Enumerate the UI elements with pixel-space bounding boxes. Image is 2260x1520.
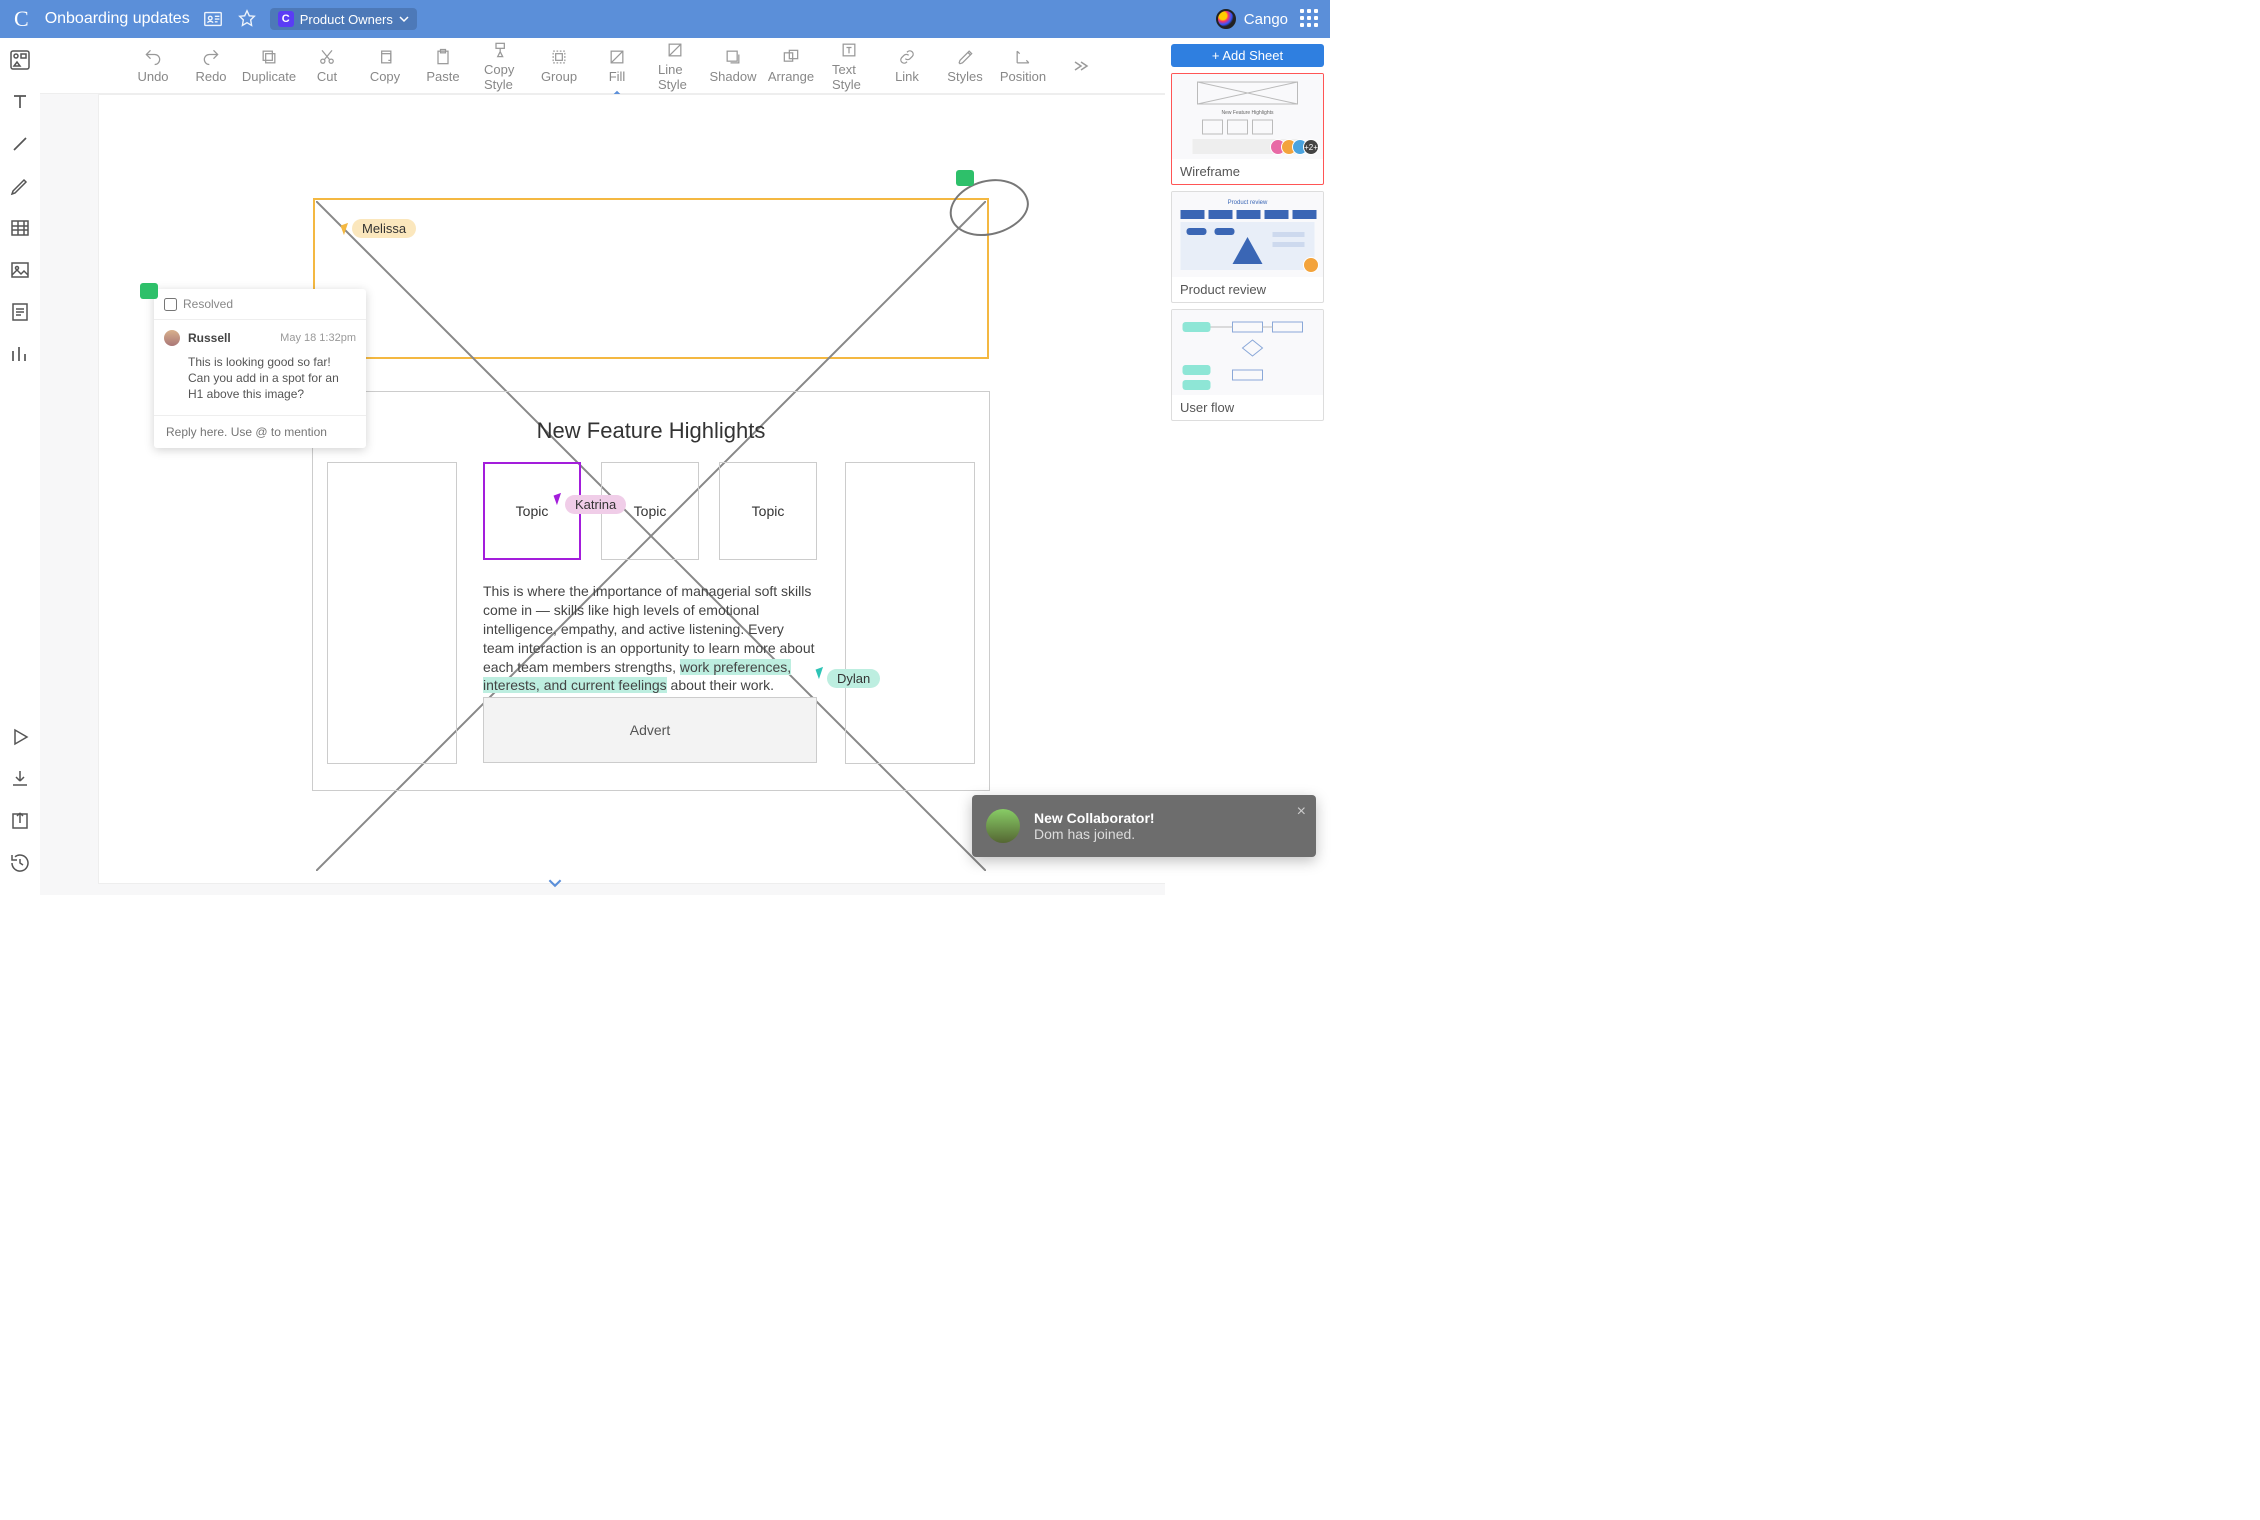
toolbar-ribbon: Undo Redo Duplicate Cut Copy Paste Copy … bbox=[40, 38, 1165, 94]
collaborator-avatars: +2+ bbox=[1275, 139, 1319, 155]
add-sheet-button[interactable]: + Add Sheet bbox=[1171, 44, 1324, 67]
redo-button[interactable]: Redo bbox=[194, 47, 228, 84]
brand-name: Cango bbox=[1244, 11, 1288, 28]
share-dropdown[interactable]: C Product Owners bbox=[270, 8, 417, 30]
line-tool-icon[interactable] bbox=[8, 132, 32, 156]
table-tool-icon[interactable] bbox=[8, 216, 32, 240]
comment-reply-input[interactable] bbox=[164, 424, 356, 440]
sheet-thumbnail-user-flow[interactable]: User flow bbox=[1171, 309, 1324, 421]
resolved-checkbox[interactable] bbox=[164, 298, 177, 311]
paste-button[interactable]: Paste bbox=[426, 47, 460, 84]
copy-button[interactable]: Copy bbox=[368, 47, 402, 84]
app-logo[interactable]: C bbox=[10, 6, 33, 32]
cursor-pointer-icon bbox=[554, 492, 565, 504]
share-icon[interactable] bbox=[8, 809, 32, 833]
left-tool-rail bbox=[0, 38, 40, 895]
line-style-button[interactable]: Line Style bbox=[658, 40, 692, 92]
pen-tool-icon[interactable] bbox=[8, 174, 32, 198]
sheet-title: Wireframe bbox=[1172, 159, 1323, 184]
comment-marker-icon[interactable] bbox=[956, 170, 974, 186]
group-button[interactable]: Group bbox=[542, 47, 576, 84]
link-button[interactable]: Link bbox=[890, 47, 924, 84]
sheet-thumbnail-wireframe[interactable]: New Feature Highlights +2+ Wireframe bbox=[1171, 73, 1324, 185]
canvas-page[interactable]: Melissa New Feature Highlights Topic Top… bbox=[98, 94, 1165, 884]
canvas-viewport[interactable]: Melissa New Feature Highlights Topic Top… bbox=[40, 94, 1165, 895]
sheet-preview: Product review bbox=[1172, 192, 1323, 277]
shapes-tool-icon[interactable] bbox=[8, 48, 32, 72]
cursor-pointer-icon bbox=[341, 222, 352, 234]
more-tools-icon[interactable] bbox=[1064, 56, 1098, 76]
apps-grid-icon[interactable] bbox=[1300, 9, 1320, 29]
left-column-placeholder[interactable] bbox=[327, 462, 457, 764]
sheet-preview: New Feature Highlights +2+ bbox=[1172, 74, 1323, 159]
download-icon[interactable] bbox=[8, 767, 32, 791]
styles-button[interactable]: Styles bbox=[948, 47, 982, 84]
duplicate-button[interactable]: Duplicate bbox=[252, 47, 286, 84]
share-badge-icon: C bbox=[278, 11, 294, 27]
sheet-title: Product review bbox=[1172, 277, 1323, 302]
chart-tool-icon[interactable] bbox=[8, 342, 32, 366]
svg-text:Product review: Product review bbox=[1228, 200, 1268, 206]
collaborator-cursor-dylan: Dylan bbox=[817, 657, 880, 688]
text-tool-icon[interactable] bbox=[8, 90, 32, 114]
chevron-down-icon bbox=[399, 14, 409, 24]
star-icon[interactable] bbox=[236, 8, 258, 30]
toast-body: Dom has joined. bbox=[1034, 826, 1155, 842]
advert-placeholder[interactable]: Advert bbox=[483, 697, 817, 763]
right-column-placeholder[interactable] bbox=[845, 462, 975, 764]
topic-box[interactable]: Topic bbox=[719, 462, 817, 560]
comment-message: This is looking good so far! Can you add… bbox=[164, 346, 356, 411]
section-title[interactable]: New Feature Highlights bbox=[313, 418, 989, 444]
brand[interactable]: Cango bbox=[1216, 9, 1288, 29]
collaborator-cursor-melissa: Melissa bbox=[342, 219, 416, 238]
expand-bottom-icon[interactable] bbox=[548, 876, 562, 893]
topic-row: Topic Topic Topic bbox=[483, 462, 817, 560]
brand-logo-icon bbox=[1216, 9, 1236, 29]
avatar bbox=[986, 809, 1020, 843]
share-label: Product Owners bbox=[300, 12, 393, 27]
close-icon[interactable]: × bbox=[1297, 803, 1306, 821]
avatar-overflow: +2+ bbox=[1303, 139, 1319, 155]
text-style-button[interactable]: Text Style bbox=[832, 40, 866, 92]
comment-header: Resolved bbox=[154, 289, 366, 320]
contact-card-icon[interactable] bbox=[202, 8, 224, 30]
position-button[interactable]: Position bbox=[1006, 47, 1040, 84]
toast-title: New Collaborator! bbox=[1034, 810, 1155, 826]
document-tool-icon[interactable] bbox=[8, 300, 32, 324]
content-frame[interactable]: New Feature Highlights Topic Topic Topic… bbox=[312, 391, 990, 791]
collaborator-toast: New Collaborator! Dom has joined. × bbox=[972, 795, 1316, 857]
shadow-button[interactable]: Shadow bbox=[716, 47, 750, 84]
comment-timestamp: May 18 1:32pm bbox=[280, 332, 356, 344]
body-text[interactable]: This is where the importance of manageri… bbox=[483, 582, 818, 695]
history-icon[interactable] bbox=[8, 851, 32, 875]
collaborator-cursor-katrina: Katrina bbox=[555, 483, 626, 514]
sheet-preview bbox=[1172, 310, 1323, 395]
undo-button[interactable]: Undo bbox=[136, 47, 170, 84]
cursor-pointer-icon bbox=[816, 666, 827, 678]
sheet-title: User flow bbox=[1172, 395, 1323, 420]
fill-button[interactable]: Fill bbox=[600, 47, 634, 84]
image-tool-icon[interactable] bbox=[8, 258, 32, 282]
comment-thread[interactable]: Resolved Russell May 18 1:32pm This is l… bbox=[154, 289, 366, 448]
avatar bbox=[164, 330, 180, 346]
app-header: C Onboarding updates C Product Owners Ca… bbox=[0, 0, 1330, 38]
cut-button[interactable]: Cut bbox=[310, 47, 344, 84]
resolved-label: Resolved bbox=[183, 297, 233, 311]
comment-author: Russell bbox=[188, 331, 231, 345]
comment-marker-icon[interactable] bbox=[140, 283, 158, 299]
copy-style-button[interactable]: Copy Style bbox=[484, 40, 518, 92]
sheet-thumbnail-product-review[interactable]: Product review Product review bbox=[1171, 191, 1324, 303]
sheets-panel: + Add Sheet New Feature Highlights +2+ W… bbox=[1165, 38, 1330, 895]
collaborator-avatars bbox=[1308, 257, 1319, 273]
svg-text:New Feature Highlights: New Feature Highlights bbox=[1222, 110, 1274, 116]
arrange-button[interactable]: Arrange bbox=[774, 47, 808, 84]
document-title[interactable]: Onboarding updates bbox=[45, 10, 190, 28]
play-icon[interactable] bbox=[8, 725, 32, 749]
